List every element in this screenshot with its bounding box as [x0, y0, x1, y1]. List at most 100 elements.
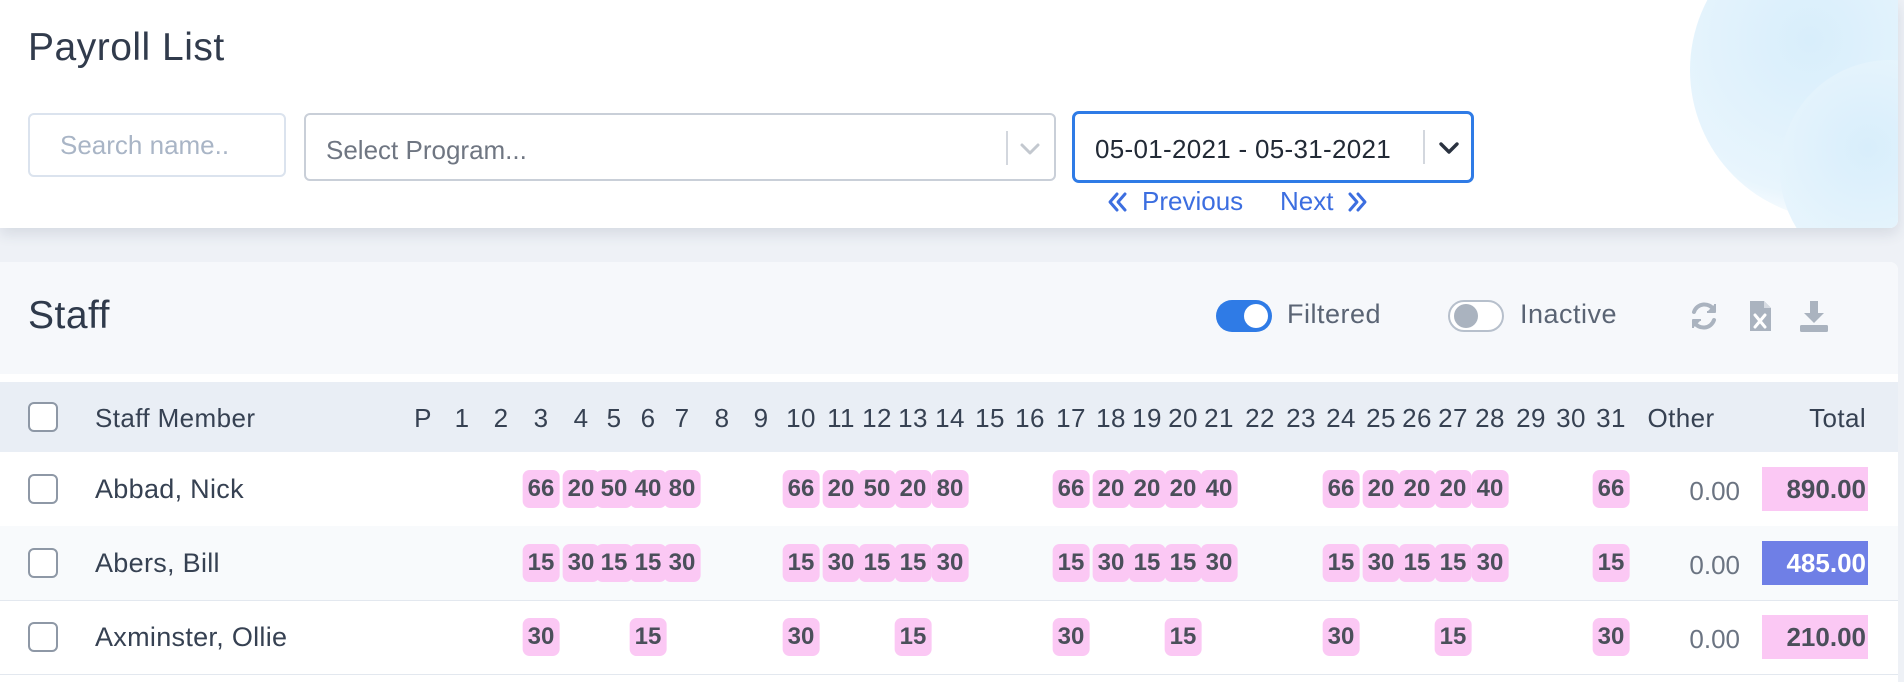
- hours-pill[interactable]: 30: [1471, 544, 1509, 582]
- staff-name: Abbad, Nick: [95, 474, 244, 504]
- date-range-value: 05-01-2021 - 05-31-2021: [1095, 134, 1391, 164]
- table-row[interactable]: Axminster, Ollie 30 15 30 15 30 15 30 15 30 0.00 21…: [0, 600, 1898, 675]
- hours-pill[interactable]: 20: [1362, 470, 1400, 508]
- hours-pill[interactable]: 66: [1592, 470, 1630, 508]
- hours-pill[interactable]: 15: [522, 544, 560, 582]
- staff-name: Axminster, Ollie: [95, 622, 288, 652]
- hours-pill[interactable]: 15: [1052, 544, 1090, 582]
- hours-pill[interactable]: 30: [1092, 544, 1130, 582]
- column-header-day-11: 11: [827, 403, 855, 433]
- hours-pill[interactable]: 15: [1164, 618, 1202, 656]
- hours-pill[interactable]: 15: [858, 544, 896, 582]
- toggle-knob: [1244, 304, 1268, 328]
- hours-pill[interactable]: 15: [1434, 544, 1472, 582]
- chevron-down-icon: [1020, 143, 1040, 155]
- hours-pill[interactable]: 20: [562, 470, 600, 508]
- hours-pill[interactable]: 30: [522, 618, 560, 656]
- inactive-label: Inactive: [1520, 299, 1618, 329]
- program-select[interactable]: Select Program...: [304, 113, 1056, 181]
- column-header-day-4: 4: [573, 403, 589, 433]
- other-value: 0.00: [1689, 550, 1740, 580]
- column-header-day-3: 3: [533, 403, 549, 433]
- hours-pill[interactable]: 15: [629, 544, 667, 582]
- hours-pill[interactable]: 15: [894, 618, 932, 656]
- refresh-icon[interactable]: [1686, 298, 1722, 334]
- hours-pill[interactable]: 66: [782, 470, 820, 508]
- column-header-day-22: 22: [1245, 403, 1275, 433]
- hours-pill[interactable]: 30: [1200, 544, 1238, 582]
- row-checkbox[interactable]: [28, 474, 58, 504]
- row-checkbox[interactable]: [28, 622, 58, 652]
- column-header-day-p: P: [414, 403, 432, 433]
- hours-pill[interactable]: 40: [1200, 470, 1238, 508]
- column-header-day-14: 14: [935, 403, 965, 433]
- hours-pill[interactable]: 66: [1322, 470, 1360, 508]
- hours-pill[interactable]: 66: [522, 470, 560, 508]
- table-row[interactable]: Abbad, Nick 66 20 50 40 80 66 20 50 20 80 66 20 20 20 4…: [0, 452, 1898, 527]
- hours-pill[interactable]: 15: [1128, 544, 1166, 582]
- hours-pill[interactable]: 40: [1471, 470, 1509, 508]
- column-header-day-28: 28: [1475, 403, 1505, 433]
- hours-pill[interactable]: 80: [663, 470, 701, 508]
- column-header-day-13: 13: [898, 403, 928, 433]
- hours-pill[interactable]: 15: [894, 544, 932, 582]
- hours-pill[interactable]: 50: [595, 470, 633, 508]
- hours-pill[interactable]: 15: [595, 544, 633, 582]
- hours-pill[interactable]: 15: [782, 544, 820, 582]
- hours-pill[interactable]: 40: [629, 470, 667, 508]
- inactive-toggle[interactable]: [1448, 300, 1504, 332]
- column-header-day-8: 8: [714, 403, 730, 433]
- table-row[interactable]: Abers, Bill 15 30 15 15 30 15 30 15 15 30 15 30 15 15 3…: [0, 526, 1898, 601]
- row-checkbox[interactable]: [28, 548, 58, 578]
- hours-pill[interactable]: 20: [1092, 470, 1130, 508]
- program-select-placeholder: Select Program...: [326, 135, 527, 165]
- column-header-staff-member[interactable]: Staff Member: [95, 403, 255, 434]
- hours-pill[interactable]: 15: [1398, 544, 1436, 582]
- previous-link[interactable]: Previous: [1104, 186, 1243, 217]
- column-header-day-1: 1: [454, 403, 470, 433]
- hours-pill[interactable]: 66: [1052, 470, 1090, 508]
- hours-pill[interactable]: 80: [931, 470, 969, 508]
- column-header-day-16: 16: [1015, 403, 1045, 433]
- hours-pill[interactable]: 20: [894, 470, 932, 508]
- column-header-day-31: 31: [1596, 403, 1626, 433]
- hours-pill[interactable]: 30: [782, 618, 820, 656]
- filtered-label: Filtered: [1287, 299, 1382, 329]
- download-icon[interactable]: [1796, 298, 1832, 334]
- date-range-select[interactable]: 05-01-2021 - 05-31-2021: [1072, 111, 1474, 183]
- hours-pill[interactable]: 20: [1128, 470, 1166, 508]
- hours-pill[interactable]: 20: [1398, 470, 1436, 508]
- hours-pill[interactable]: 15: [1592, 544, 1630, 582]
- hours-pill[interactable]: 30: [1322, 618, 1360, 656]
- hours-pill[interactable]: 30: [1052, 618, 1090, 656]
- hours-pill[interactable]: 15: [1164, 544, 1202, 582]
- hours-pill[interactable]: 15: [629, 618, 667, 656]
- hours-pill[interactable]: 30: [822, 544, 860, 582]
- search-input[interactable]: [28, 113, 286, 177]
- hours-pill[interactable]: 30: [931, 544, 969, 582]
- next-label: Next: [1280, 186, 1334, 216]
- page-title: Payroll List: [28, 26, 225, 69]
- hours-pill[interactable]: 30: [663, 544, 701, 582]
- column-header-day-23: 23: [1286, 403, 1316, 433]
- column-header-day-19: 19: [1132, 403, 1162, 433]
- hours-pill[interactable]: 20: [1434, 470, 1472, 508]
- hours-pill[interactable]: 20: [1164, 470, 1202, 508]
- next-link[interactable]: Next: [1280, 186, 1371, 217]
- total-value: 485.00: [1762, 541, 1868, 585]
- filtered-toggle[interactable]: [1216, 300, 1272, 332]
- column-header-day-30: 30: [1556, 403, 1586, 433]
- hours-pill[interactable]: 50: [858, 470, 896, 508]
- select-all-checkbox[interactable]: [28, 402, 58, 432]
- hours-pill[interactable]: 30: [562, 544, 600, 582]
- chevron-down-icon: [1439, 142, 1459, 154]
- hours-pill[interactable]: 30: [1592, 618, 1630, 656]
- hours-pill[interactable]: 15: [1322, 544, 1360, 582]
- hours-pill[interactable]: 30: [1362, 544, 1400, 582]
- excel-export-icon[interactable]: [1742, 298, 1778, 334]
- hours-pill[interactable]: 20: [822, 470, 860, 508]
- total-value: 890.00: [1762, 467, 1868, 511]
- column-header-day-26: 26: [1402, 403, 1432, 433]
- hours-pill[interactable]: 15: [1434, 618, 1472, 656]
- column-header-day-29: 29: [1516, 403, 1546, 433]
